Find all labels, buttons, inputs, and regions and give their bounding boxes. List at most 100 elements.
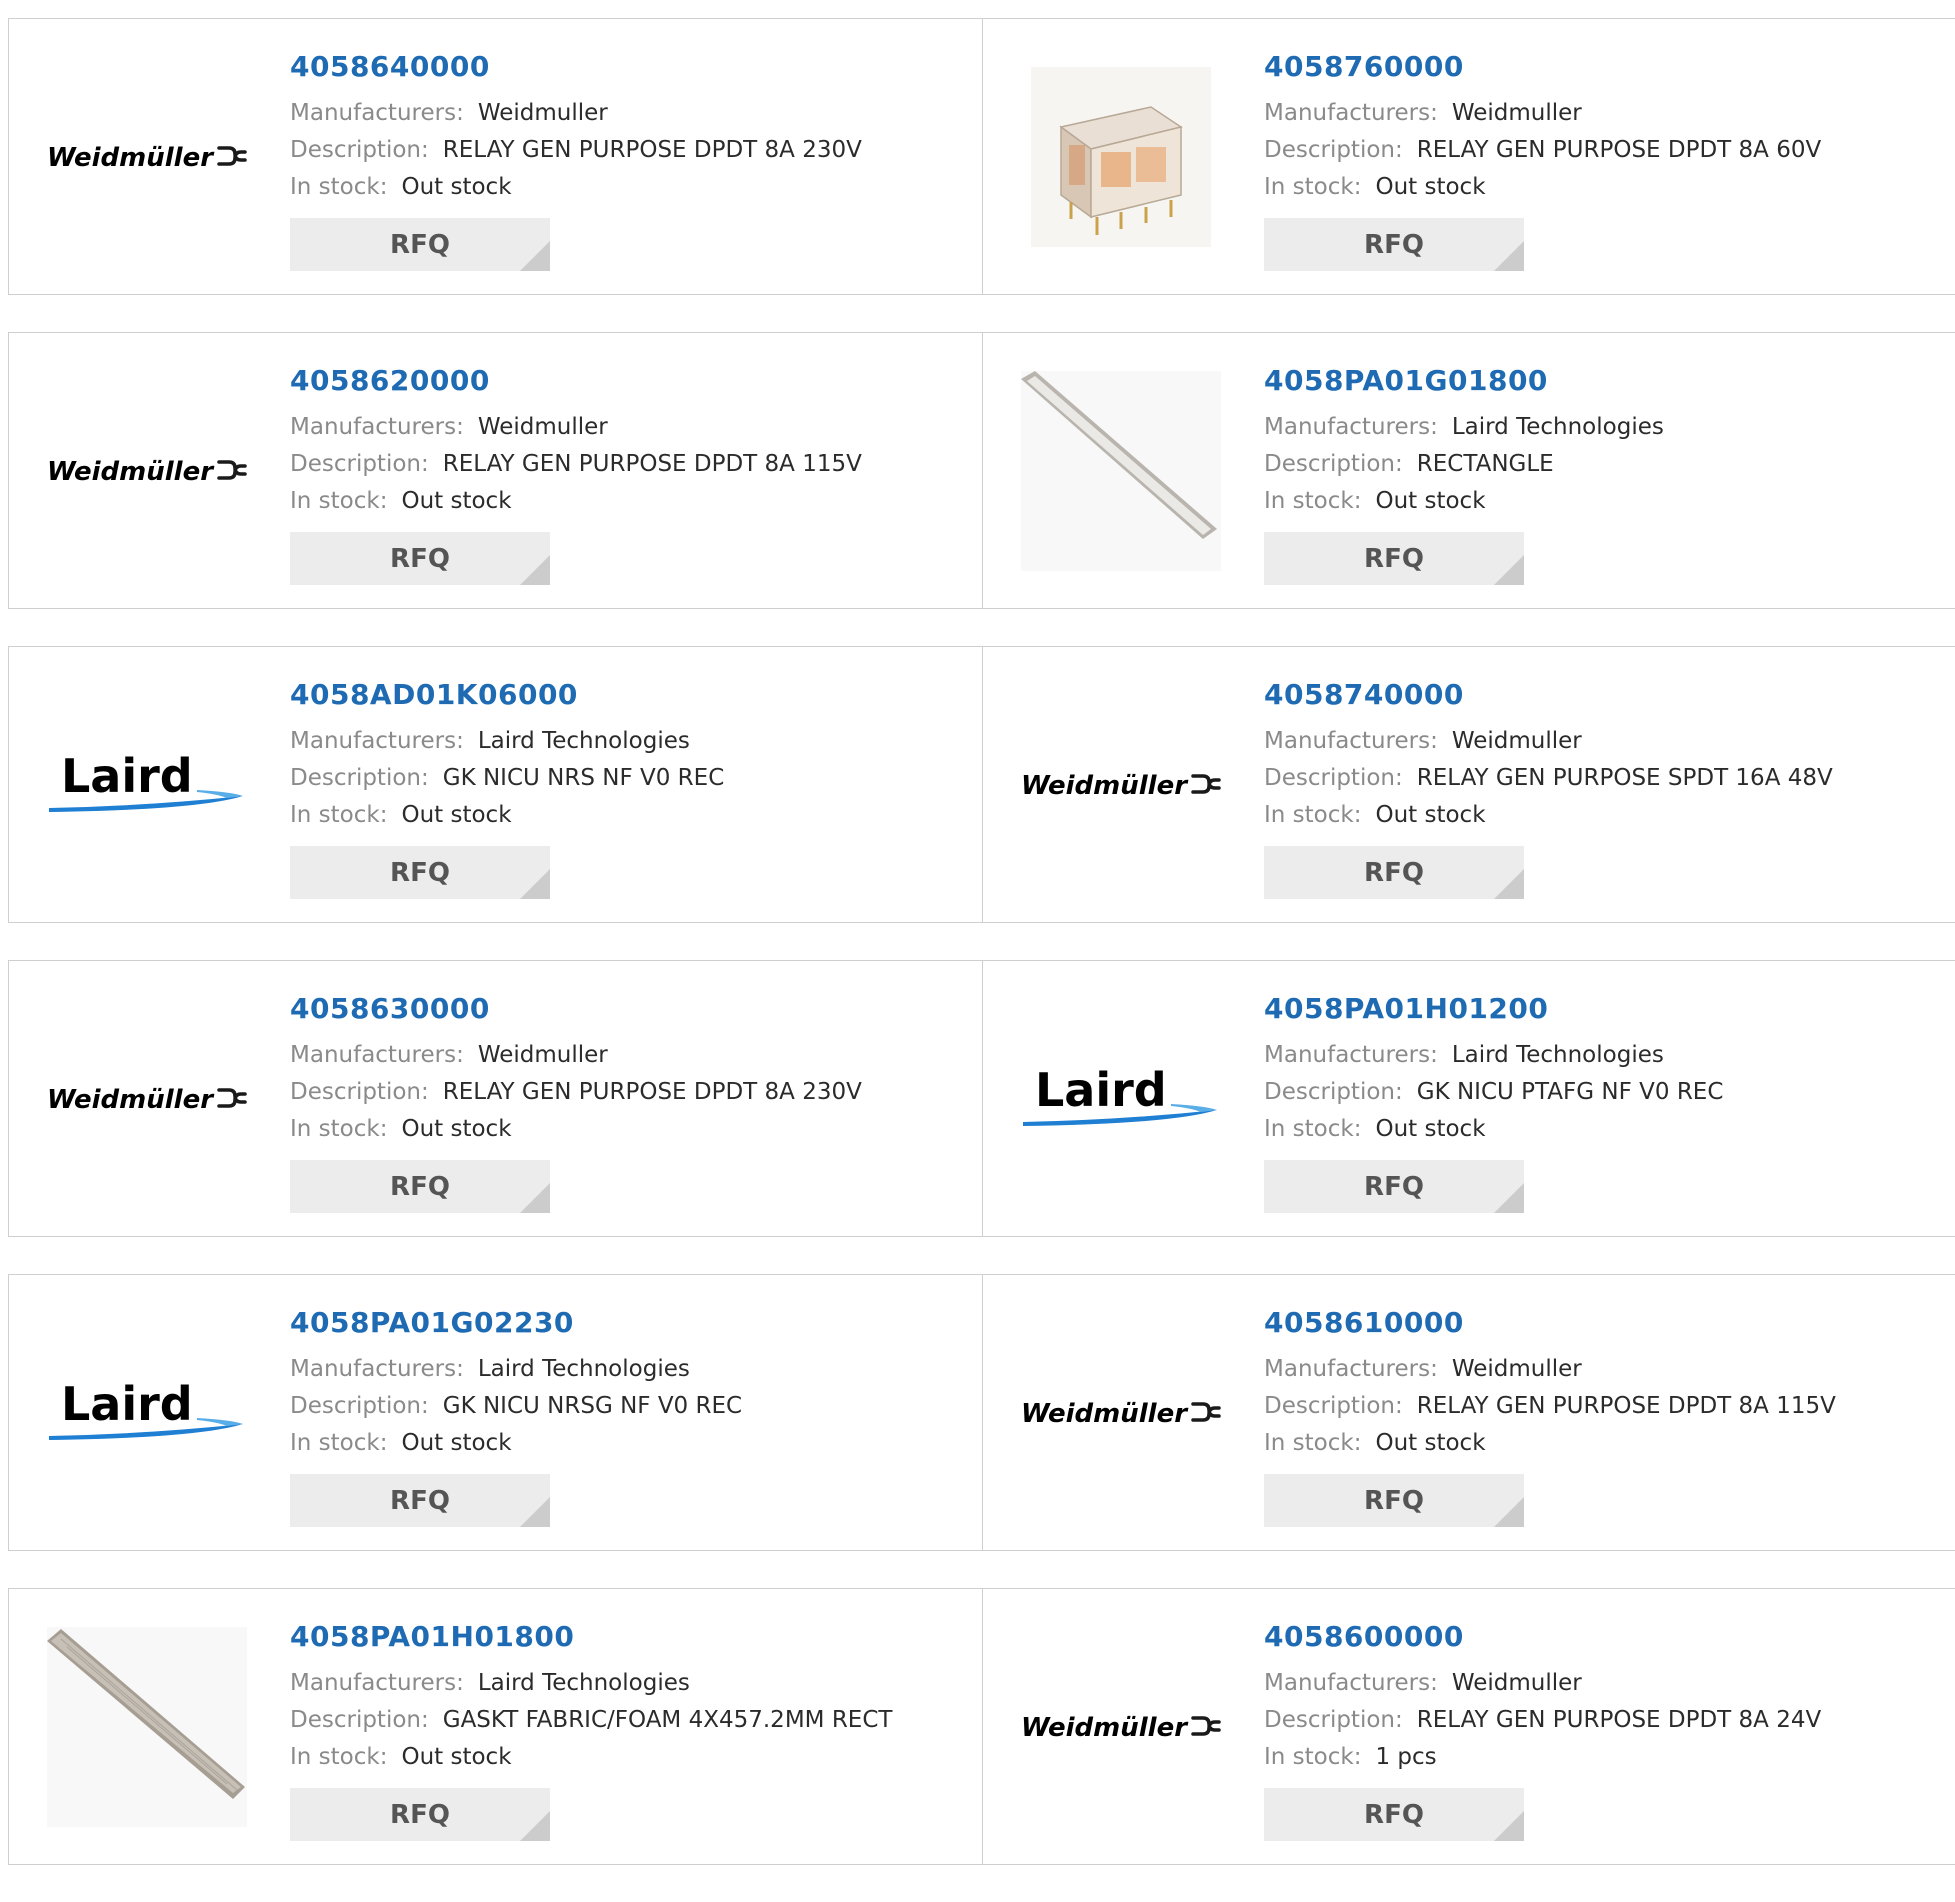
laird-logo[interactable]: Laird	[1021, 999, 1221, 1199]
rfq-button[interactable]: RFQ	[290, 218, 550, 271]
fabric-gasket-image[interactable]	[47, 1627, 247, 1827]
weidmuller-logo[interactable]: Weidmüller	[47, 999, 247, 1199]
stock-value: Out stock	[1375, 488, 1486, 514]
laird-logo[interactable]: Laird	[47, 1313, 247, 1513]
manufacturer-value: Weidmuller	[1451, 1670, 1582, 1696]
stock-line: In stock: Out stock	[290, 483, 862, 520]
product-info: 4058PA01G02230 Manufacturers: Laird Techn…	[290, 1305, 742, 1527]
part-number-link[interactable]: 4058600000	[1264, 1619, 1821, 1655]
rfq-button[interactable]: RFQ	[290, 1788, 550, 1841]
manufacturer-value: Weidmuller	[477, 100, 608, 126]
description-value: RECTANGLE	[1416, 451, 1554, 477]
stock-label: In stock:	[290, 488, 388, 514]
svg-text:Weidmüller: Weidmüller	[1021, 1399, 1189, 1429]
part-number-link[interactable]: 4058PA01G01800	[1264, 363, 1664, 399]
description-label: Description:	[1264, 137, 1403, 163]
description-line: Description: RELAY GEN PURPOSE SPDT 16A 4…	[1264, 760, 1833, 797]
stock-line: In stock: Out stock	[290, 1425, 742, 1462]
part-number-link[interactable]: 4058620000	[290, 363, 862, 399]
stock-line: In stock: Out stock	[1264, 1425, 1836, 1462]
part-number-link[interactable]: 4058PA01H01800	[290, 1619, 892, 1655]
part-number-link[interactable]: 4058640000	[290, 49, 862, 85]
description-value: RELAY GEN PURPOSE DPDT 8A 60V	[1416, 137, 1822, 163]
description-value: RELAY GEN PURPOSE DPDT 8A 115V	[1416, 1393, 1836, 1419]
part-number-link[interactable]: 4058630000	[290, 991, 862, 1027]
manufacturer-line: Manufacturers: Weidmuller	[290, 409, 862, 446]
rfq-label: RFQ	[390, 1799, 450, 1830]
weidmuller-logo[interactable]: Weidmüller	[1021, 1313, 1221, 1513]
part-number-link[interactable]: 4058760000	[1264, 49, 1821, 85]
description-line: Description: GK NICU PTAFG NF V0 REC	[1264, 1074, 1723, 1111]
weidmuller-logo[interactable]: Weidmüller	[47, 371, 247, 571]
manufacturers-label: Manufacturers:	[290, 100, 464, 126]
manufacturers-label: Manufacturers:	[1264, 728, 1438, 754]
description-value: RELAY GEN PURPOSE DPDT 8A 230V	[442, 137, 862, 163]
rfq-button[interactable]: RFQ	[290, 846, 550, 899]
relay-product-image[interactable]	[1021, 57, 1221, 257]
rfq-button[interactable]: RFQ	[1264, 218, 1524, 271]
stock-label: In stock:	[290, 1116, 388, 1142]
rfq-label: RFQ	[1364, 1485, 1424, 1516]
gasket-strip-image[interactable]	[1021, 371, 1221, 571]
stock-line: In stock: Out stock	[1264, 483, 1664, 520]
rfq-button[interactable]: RFQ	[290, 532, 550, 585]
stock-value: Out stock	[401, 174, 512, 200]
stock-line: In stock: Out stock	[290, 797, 724, 834]
svg-text:Laird: Laird	[1035, 1064, 1167, 1117]
description-label: Description:	[290, 765, 429, 791]
rfq-button[interactable]: RFQ	[290, 1474, 550, 1527]
product-row: 4058PA01H01800 Manufacturers: Laird Techn…	[8, 1588, 1955, 1865]
description-line: Description: RECTANGLE	[1264, 446, 1664, 483]
product-card: Weidmüller 4058610000 Manufacturers: Weid…	[982, 1275, 1955, 1550]
rfq-label: RFQ	[390, 1171, 450, 1202]
manufacturer-value: Weidmuller	[1451, 728, 1582, 754]
rfq-button[interactable]: RFQ	[1264, 1474, 1524, 1527]
description-label: Description:	[290, 1079, 429, 1105]
description-line: Description: GK NICU NRS NF V0 REC	[290, 760, 724, 797]
rfq-button[interactable]: RFQ	[290, 1160, 550, 1213]
corner-triangle-icon	[520, 1497, 550, 1527]
product-row: Weidmüller 4058640000 Manufacturers: Weid…	[8, 18, 1955, 295]
weidmuller-logo[interactable]: Weidmüller	[47, 57, 247, 257]
description-label: Description:	[1264, 1707, 1403, 1733]
part-number-link[interactable]: 4058610000	[1264, 1305, 1836, 1341]
stock-label: In stock:	[290, 174, 388, 200]
stock-line: In stock: Out stock	[290, 1111, 862, 1148]
stock-value: Out stock	[401, 488, 512, 514]
description-line: Description: RELAY GEN PURPOSE DPDT 8A 11…	[290, 446, 862, 483]
part-number-link[interactable]: 4058PA01G02230	[290, 1305, 742, 1341]
corner-triangle-icon	[520, 1183, 550, 1213]
weidmuller-logo[interactable]: Weidmüller	[1021, 685, 1221, 885]
part-number-link[interactable]: 4058AD01K06000	[290, 677, 724, 713]
manufacturers-label: Manufacturers:	[290, 728, 464, 754]
corner-triangle-icon	[520, 555, 550, 585]
stock-value: 1 pcs	[1375, 1744, 1437, 1770]
manufacturer-value: Laird Technologies	[1451, 1042, 1664, 1068]
corner-triangle-icon	[1494, 1811, 1524, 1841]
manufacturer-line: Manufacturers: Laird Technologies	[1264, 1037, 1723, 1074]
part-number-link[interactable]: 4058PA01H01200	[1264, 991, 1723, 1027]
product-info: 4058630000 Manufacturers: Weidmuller Desc…	[290, 991, 862, 1213]
rfq-button[interactable]: RFQ	[1264, 1788, 1524, 1841]
svg-text:Weidmüller: Weidmüller	[1021, 1713, 1189, 1743]
rfq-label: RFQ	[390, 229, 450, 260]
stock-line: In stock: Out stock	[1264, 1111, 1723, 1148]
laird-logo[interactable]: Laird	[47, 685, 247, 885]
rfq-button[interactable]: RFQ	[1264, 532, 1524, 585]
part-number-link[interactable]: 4058740000	[1264, 677, 1833, 713]
description-line: Description: RELAY GEN PURPOSE DPDT 8A 11…	[1264, 1388, 1836, 1425]
svg-text:Weidmüller: Weidmüller	[47, 143, 215, 173]
product-card: Laird 4058PA01H01200 Manufacturers: Laird…	[982, 961, 1955, 1236]
stock-label: In stock:	[1264, 1116, 1362, 1142]
stock-label: In stock:	[290, 1430, 388, 1456]
manufacturers-label: Manufacturers:	[1264, 1670, 1438, 1696]
weidmuller-logo[interactable]: Weidmüller	[1021, 1627, 1221, 1827]
rfq-button[interactable]: RFQ	[1264, 846, 1524, 899]
corner-triangle-icon	[520, 869, 550, 899]
description-label: Description:	[1264, 765, 1403, 791]
rfq-button[interactable]: RFQ	[1264, 1160, 1524, 1213]
product-info: 4058610000 Manufacturers: Weidmuller Desc…	[1264, 1305, 1836, 1527]
product-card: 4058760000 Manufacturers: Weidmuller Desc…	[982, 19, 1955, 294]
corner-triangle-icon	[1494, 869, 1524, 899]
rfq-label: RFQ	[1364, 229, 1424, 260]
